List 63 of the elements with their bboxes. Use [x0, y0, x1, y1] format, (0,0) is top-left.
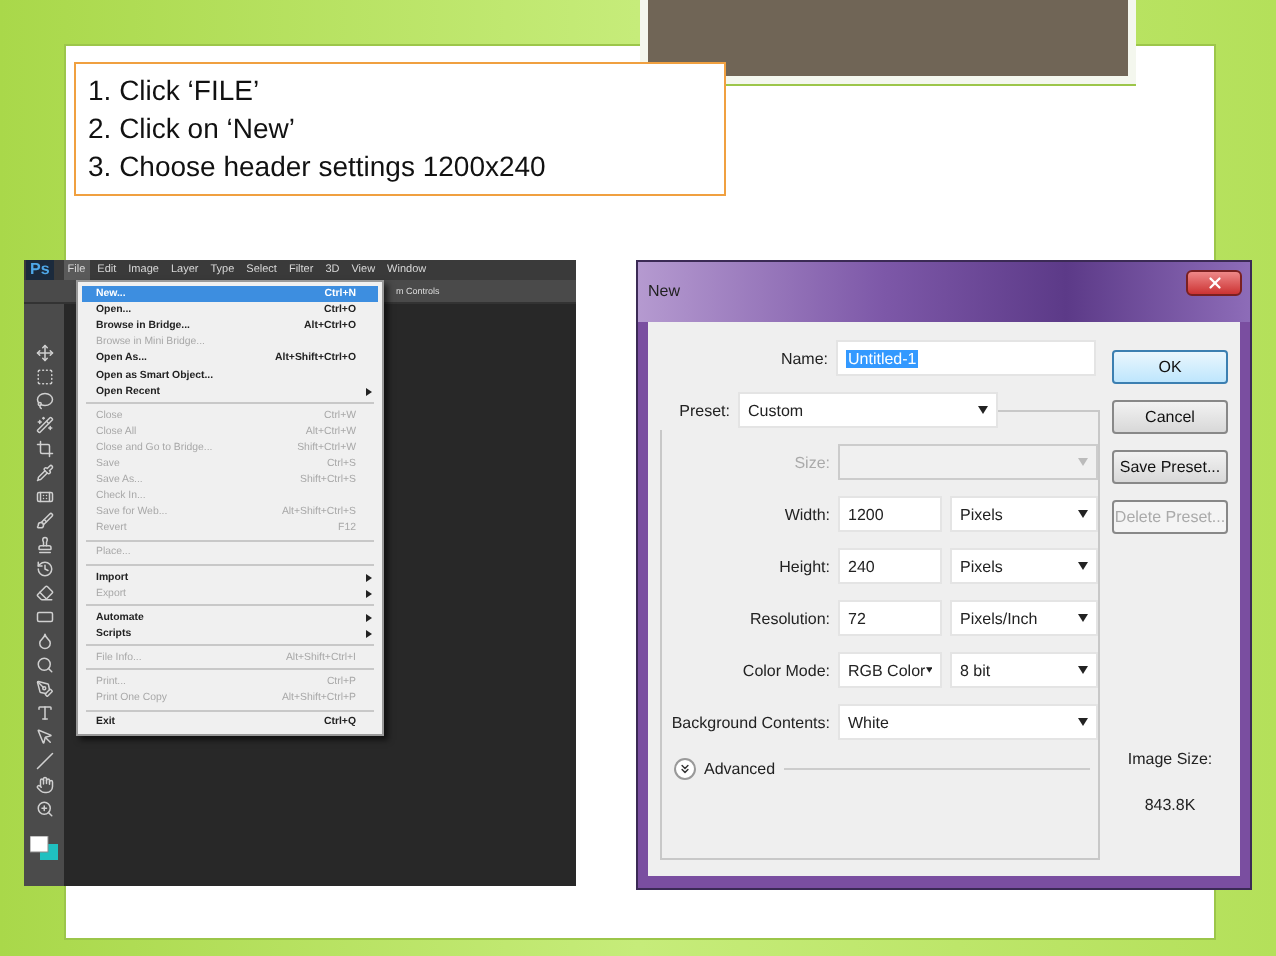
caret-icon [1078, 718, 1088, 726]
wand-icon[interactable] [35, 416, 53, 434]
depth-dropdown[interactable]: 8 bit [950, 652, 1098, 688]
history-brush-icon[interactable] [35, 560, 53, 578]
dialog-title: New [648, 282, 681, 300]
caret-icon [1078, 562, 1088, 570]
text-tool-icon[interactable] [35, 704, 53, 722]
image-size-value: 843.8K [1142, 796, 1198, 814]
preset-dropdown[interactable]: Custom [738, 392, 998, 428]
option-dropdown[interactable]: White [838, 704, 1098, 740]
lasso-icon[interactable] [35, 392, 53, 410]
stamp-icon[interactable] [35, 536, 53, 554]
value-field[interactable]: 72 [838, 600, 942, 636]
double-chevron-icon [678, 762, 692, 776]
expand-button[interactable] [674, 758, 696, 780]
zoom-icon[interactable] [35, 800, 53, 818]
app-logo: Ps [26, 260, 54, 280]
dialog-button[interactable]: OK [1112, 350, 1228, 384]
close-button[interactable] [1186, 270, 1242, 296]
unit-dropdown[interactable]: Pixels [950, 548, 1098, 584]
field-label: Resolution: [747, 609, 830, 627]
unit-dropdown[interactable]: Pixels/Inch [950, 600, 1098, 636]
dashed-square-icon[interactable] [35, 368, 53, 386]
caret-icon [1078, 458, 1088, 466]
image-size-label: Image Size: [1125, 750, 1215, 768]
value-field[interactable]: 1200 [838, 496, 942, 532]
color-swatch-icon[interactable] [30, 836, 58, 860]
eyedropper-icon[interactable] [35, 464, 53, 482]
field-label: Width: [782, 505, 830, 523]
hand-icon[interactable] [35, 776, 53, 794]
bandage-icon[interactable] [35, 488, 53, 506]
field-label: Name: [778, 349, 828, 367]
close-icon [1205, 274, 1223, 292]
instruction-line: 1. Click ‘FILE’ [88, 72, 262, 110]
caret-icon [925, 666, 932, 674]
field-label: Height: [777, 557, 830, 575]
field-label: Size: [792, 453, 830, 471]
move-icon[interactable] [35, 344, 53, 362]
advanced-label: Advanced [704, 760, 776, 778]
dialog-button[interactable]: Save Preset... [1112, 450, 1228, 484]
mode-dropdown[interactable]: RGB Color [838, 652, 942, 688]
caret-icon [1078, 614, 1088, 622]
pointer-icon[interactable] [35, 728, 53, 746]
crop-icon[interactable] [35, 440, 53, 458]
field-label: Preset: [677, 401, 730, 419]
instruction-line: 2. Click on ‘New’ [88, 110, 297, 148]
caret-icon [978, 406, 988, 414]
field-label: Background Contents: [669, 713, 830, 731]
brush-icon[interactable] [35, 512, 53, 530]
caret-icon [1078, 510, 1088, 518]
rectangle-icon[interactable] [35, 608, 53, 626]
magnifier-icon[interactable] [35, 656, 53, 674]
caret-icon [1078, 666, 1088, 674]
pen-icon[interactable] [35, 680, 53, 698]
eraser-icon[interactable] [35, 584, 53, 602]
line-icon[interactable] [35, 752, 53, 770]
instruction-line: 3. Choose header settings 1200x240 [88, 148, 548, 186]
value-field[interactable]: 240 [838, 548, 942, 584]
dialog-button[interactable]: Cancel [1112, 400, 1228, 434]
unit-dropdown[interactable]: Pixels [950, 496, 1098, 532]
droplet-icon[interactable] [35, 632, 53, 650]
submenu-arrow-icon [366, 387, 372, 396]
field-label: Color Mode: [740, 661, 830, 679]
